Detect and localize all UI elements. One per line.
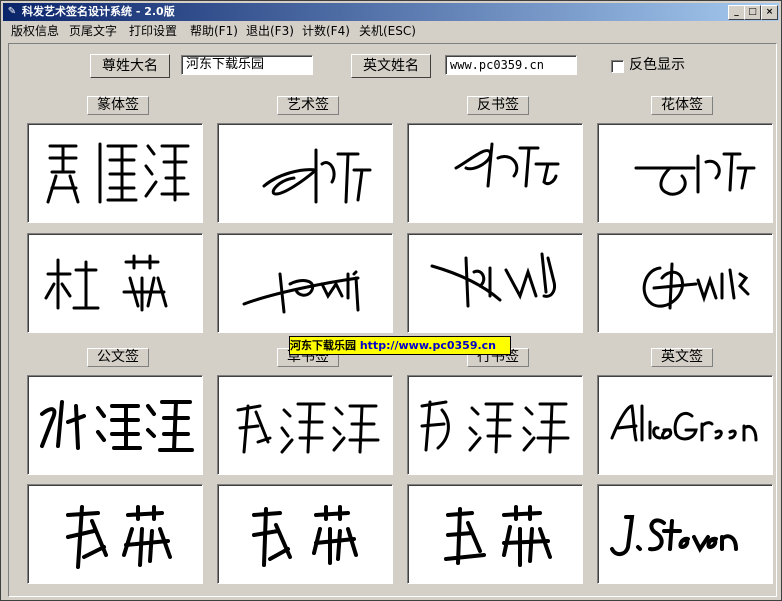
seal-signature-drawing [44,254,168,312]
signature-art-1 [217,123,393,223]
signature-running-1 [407,375,583,475]
running-signature-drawing [420,400,570,454]
maximize-button[interactable]: □ [744,5,761,20]
signature-seal-1 [27,123,203,223]
running-signature-drawing [444,505,552,567]
menu-footer-text[interactable]: 页尾文字 [69,22,117,41]
english-name-label: 英文姓名 [351,54,431,78]
mirror-signature-drawing [430,252,556,308]
signature-english-2 [597,484,773,584]
signature-official-2 [27,484,203,584]
group-label-flower: 花体签 [651,96,713,115]
invert-checkbox[interactable] [611,60,624,73]
signature-seal-2 [27,233,203,333]
signature-english-1 [597,375,773,475]
signature-mirror-2 [407,233,583,333]
menu-shutdown[interactable]: 关机(ESC) [359,22,416,41]
watermark-url: http://www.pc0359.cn [359,339,497,352]
signature-running-2 [407,484,583,584]
signature-cursive-1 [217,375,393,475]
english-name-input[interactable] [445,55,577,75]
signature-official-1 [27,375,203,475]
menu-copyright[interactable]: 版权信息 [11,22,59,41]
cursive-signature-drawing [252,505,358,567]
menu-exit[interactable]: 退出(F3) [246,22,294,41]
group-label-art: 艺术签 [277,96,339,115]
signature-cursive-2 [217,484,393,584]
menu-help[interactable]: 帮助(F1) [190,22,238,41]
flower-signature-drawing [634,152,756,196]
watermark-text: 河东下载乐园 [290,339,356,352]
close-button[interactable]: × [761,5,778,20]
chinese-name-label: 尊姓大名 [90,54,170,78]
mirror-signature-drawing [454,142,560,188]
signature-flower-1 [597,123,773,223]
group-label-mirror: 反书签 [467,96,529,115]
app-window: ✎ 科发艺术签名设计系统 - 2.0版 _ □ × 版权信息 页尾文字 打印设置… [0,0,782,601]
cursive-signature-drawing [236,402,380,454]
chinese-name-input[interactable] [181,55,313,75]
flower-signature-drawing [642,262,750,310]
window-title: 科发艺术签名设计系统 - 2.0版 [22,5,175,18]
english-signature-drawing [610,404,758,442]
group-label-english: 英文签 [651,348,713,367]
official-signature-drawing [66,505,172,569]
english-signature-drawing [610,515,738,556]
group-label-official: 公文签 [87,348,149,367]
signature-mirror-1 [407,123,583,223]
main-panel: 尊姓大名 英文姓名 反色显示 篆体签 艺术签 反书签 花体签 [8,43,777,597]
group-label-seal: 篆体签 [87,96,149,115]
signature-flower-2 [597,233,773,333]
invert-label: 反色显示 [629,57,685,73]
title-bar[interactable]: ✎ 科发艺术签名设计系统 - 2.0版 _ □ × [3,3,779,21]
menu-count[interactable]: 计数(F4) [302,22,350,41]
menu-bar: 版权信息 页尾文字 打印设置 帮助(F1) 退出(F3) 计数(F4) 关机(E… [3,22,779,41]
signature-art-2 [217,233,393,333]
art-signature-drawing [242,270,360,314]
official-signature-drawing [40,400,194,452]
minimize-button[interactable]: _ [728,5,745,20]
art-signature-drawing [262,148,372,204]
watermark-banner: 河东下载乐园 http://www.pc0359.cn [289,336,511,355]
seal-signature-drawing [46,142,190,204]
app-icon[interactable]: ✎ [6,6,18,18]
menu-print-settings[interactable]: 打印设置 [129,22,177,41]
